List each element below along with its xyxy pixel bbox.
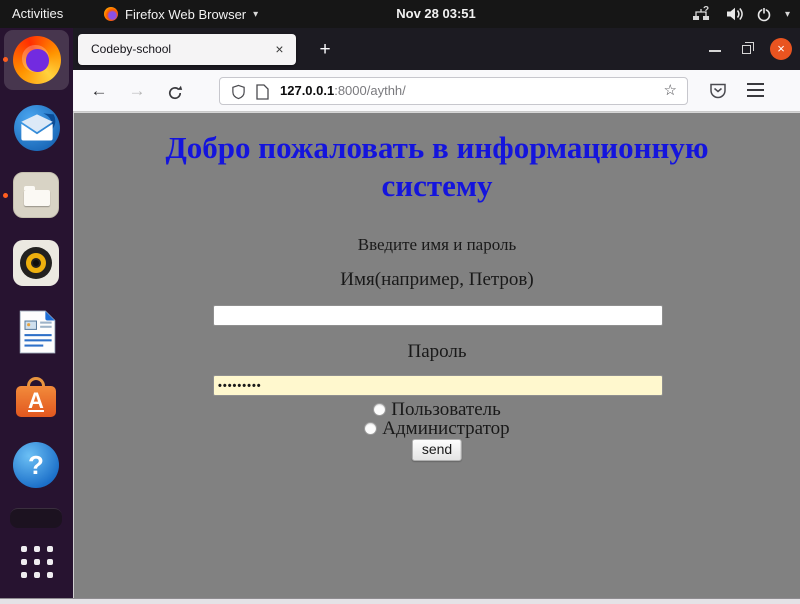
- login-prompt-text: Введите имя и пароль: [74, 235, 800, 255]
- bookmark-star-icon[interactable]: ☆: [664, 78, 677, 104]
- network-question-icon[interactable]: ?: [692, 6, 712, 22]
- chevron-down-icon: ▾: [253, 9, 258, 20]
- window-restore-button[interactable]: [736, 38, 758, 60]
- window-minimize-button[interactable]: [704, 38, 726, 60]
- dock-item-libreoffice-writer[interactable]: [13, 308, 61, 356]
- page-title: Добро пожаловать в информационную систем…: [127, 129, 747, 205]
- thunderbird-icon: [13, 104, 61, 152]
- window-bottom-edge: [0, 598, 800, 604]
- page-info-icon[interactable]: [255, 84, 269, 100]
- url-path: :8000/aythh/: [334, 83, 406, 98]
- running-indicator-dot: [3, 57, 8, 62]
- app-menu-label: Firefox Web Browser: [125, 7, 246, 22]
- dock-item-files[interactable]: [13, 172, 61, 220]
- document-writer-icon: [13, 308, 61, 356]
- shield-icon[interactable]: [231, 84, 246, 100]
- dock-item-ubuntu-software[interactable]: A: [13, 376, 61, 424]
- url-host: 127.0.0.1: [280, 83, 334, 98]
- tab-codeby-school[interactable]: Codeby-school ×: [78, 34, 296, 65]
- pocket-icon[interactable]: [708, 82, 728, 100]
- volume-icon[interactable]: [725, 6, 743, 22]
- password-field-label: Пароль: [74, 341, 800, 363]
- show-applications-grid-icon[interactable]: [17, 542, 57, 582]
- ubuntu-top-bar: Activities Firefox Web Browser ▾ Nov 28 …: [0, 0, 800, 28]
- dock-item-thunderbird[interactable]: [13, 104, 61, 152]
- app-menu-button[interactable]: Firefox Web Browser ▾: [104, 0, 258, 28]
- dock-item-rhythmbox[interactable]: [13, 240, 61, 288]
- reload-button[interactable]: [161, 77, 189, 105]
- radio-user[interactable]: [373, 403, 386, 416]
- tab-close-icon[interactable]: ×: [269, 39, 290, 60]
- tab-title: Codeby-school: [91, 34, 171, 65]
- firefox-icon: [13, 36, 61, 84]
- reload-icon: [167, 85, 183, 101]
- web-page-content: Добро пожаловать в информационную систем…: [73, 112, 800, 598]
- software-store-icon: A: [13, 376, 59, 422]
- firefox-window: Codeby-school × + × ← → 127.0.0.1:8000/a…: [73, 28, 800, 598]
- radio-admin-label: Администратор: [382, 418, 509, 440]
- back-button[interactable]: ←: [85, 77, 113, 105]
- radio-admin[interactable]: [364, 422, 377, 435]
- name-field-label: Имя(например, Петров): [74, 269, 800, 291]
- role-row-admin: Администратор: [74, 419, 800, 438]
- url-text[interactable]: 127.0.0.1:8000/aythh/: [280, 78, 406, 104]
- firefox-icon: [104, 7, 118, 21]
- dock-item-help[interactable]: ?: [13, 442, 61, 490]
- dock: A ?: [0, 28, 73, 598]
- files-folder-icon: [13, 172, 59, 218]
- new-tab-button[interactable]: +: [311, 36, 339, 64]
- hamburger-menu-icon[interactable]: [747, 83, 764, 101]
- password-input[interactable]: [213, 375, 663, 396]
- system-tray[interactable]: ? ▾: [692, 0, 790, 28]
- dock-item-dark-app[interactable]: [10, 508, 62, 528]
- clock[interactable]: Nov 28 03:51: [396, 0, 476, 28]
- svg-text:?: ?: [703, 6, 709, 16]
- speaker-icon: [13, 240, 59, 286]
- tab-bar: Codeby-school × + ×: [73, 28, 800, 70]
- forward-button[interactable]: →: [123, 77, 151, 105]
- name-input[interactable]: [213, 305, 663, 326]
- chevron-down-icon: ▾: [785, 9, 790, 20]
- url-bar[interactable]: 127.0.0.1:8000/aythh/ ☆: [219, 77, 688, 105]
- role-row-user: Пользователь: [74, 400, 800, 419]
- send-button[interactable]: send: [412, 439, 462, 461]
- power-icon[interactable]: [756, 6, 772, 22]
- activities-button[interactable]: Activities: [12, 0, 63, 28]
- help-question-icon: ?: [13, 442, 59, 488]
- navigation-toolbar: ← → 127.0.0.1:8000/aythh/ ☆: [73, 70, 800, 112]
- running-indicator-dot: [3, 193, 8, 198]
- dock-item-firefox[interactable]: [13, 36, 61, 84]
- window-close-button[interactable]: ×: [770, 38, 792, 60]
